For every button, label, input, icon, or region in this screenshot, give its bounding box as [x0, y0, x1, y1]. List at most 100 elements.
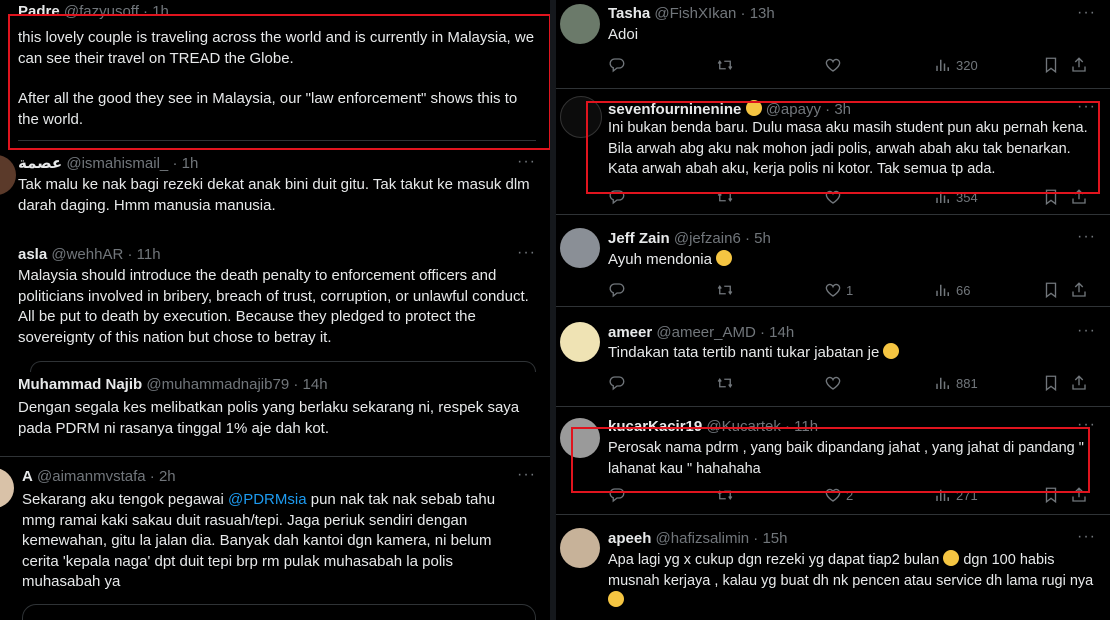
views-button[interactable]: 320: [934, 56, 978, 74]
author-name[interactable]: A: [22, 468, 33, 485]
retweet-button[interactable]: [716, 374, 734, 392]
more-icon[interactable]: ···: [1077, 528, 1096, 546]
avatar[interactable]: [560, 96, 602, 138]
avatar[interactable]: [560, 528, 600, 568]
retweet-button[interactable]: [716, 486, 734, 504]
like-button[interactable]: 2: [824, 486, 853, 504]
tweet-asla[interactable]: asla @wehhAR · 11h ··· Malaysia should i…: [0, 231, 550, 361]
tweet-kucarkacir19[interactable]: kucarKacir19 @Kucartek · 11h ··· Perosak…: [556, 406, 1110, 515]
author-handle[interactable]: @ameer_AMD: [656, 324, 755, 341]
view-count: 354: [956, 189, 978, 205]
author-handle[interactable]: @hafizsalimin: [656, 530, 750, 547]
author-handle[interactable]: @wehhAR: [51, 246, 123, 263]
timestamp[interactable]: 11h: [137, 246, 161, 263]
avatar[interactable]: [0, 155, 16, 195]
author-handle[interactable]: @fazyusoff: [64, 3, 139, 20]
more-icon[interactable]: ···: [1077, 228, 1096, 246]
author-name[interactable]: Padre: [18, 3, 60, 20]
author-name[interactable]: عصمة: [18, 155, 62, 172]
author-handle[interactable]: @ismahismail_: [66, 155, 168, 172]
bookmark-button[interactable]: [1042, 486, 1060, 504]
reply-icon: [608, 374, 626, 392]
tweet-jeff-zain[interactable]: Jeff Zain @jefzain6 · 5h ··· Ayuh mendon…: [556, 214, 1110, 307]
avatar[interactable]: [560, 418, 600, 458]
timestamp[interactable]: 14h: [769, 324, 794, 341]
share-button[interactable]: [1070, 56, 1088, 74]
author-handle[interactable]: @FishXIkan: [654, 5, 736, 22]
author-name[interactable]: Jeff Zain: [608, 230, 670, 247]
tweet-apeeh[interactable]: apeeh @hafizsalimin · 15h ··· Apa lagi y…: [556, 514, 1110, 620]
views-button[interactable]: 881: [934, 374, 978, 392]
author-name[interactable]: ameer: [608, 324, 652, 341]
reply-button[interactable]: [608, 486, 626, 504]
tweet-ameer[interactable]: ameer @ameer_AMD · 14h ··· Tindakan tata…: [556, 306, 1110, 407]
views-button[interactable]: 354: [934, 188, 978, 206]
timestamp[interactable]: 5h: [754, 230, 771, 247]
timestamp[interactable]: 1h: [182, 155, 199, 172]
tweet-header: kucarKacir19 @Kucartek · 11h: [608, 418, 819, 435]
tweet-tasha[interactable]: Tasha @FishXIkan · 13h ··· Adoi 320: [556, 0, 1110, 89]
timestamp[interactable]: 11h: [794, 418, 818, 435]
tweet-muhammad-najib[interactable]: Muhammad Najib @muhammadnajib79 · 14h De…: [0, 371, 550, 457]
avatar[interactable]: [560, 322, 600, 362]
tweet-padre[interactable]: Padre @fazyusoff · 1h this lovely couple…: [0, 0, 550, 141]
quoted-tweet-card[interactable]: [22, 604, 536, 620]
timestamp[interactable]: 1h: [152, 3, 169, 20]
author-name[interactable]: kucarKacir19: [608, 418, 702, 435]
more-icon[interactable]: ···: [517, 466, 536, 484]
views-button[interactable]: 271: [934, 486, 978, 504]
author-name[interactable]: apeeh: [608, 530, 651, 547]
like-button[interactable]: [824, 56, 846, 74]
share-button[interactable]: [1070, 374, 1088, 392]
author-handle[interactable]: @apayy: [766, 101, 821, 118]
author-handle[interactable]: @muhammadnajib79: [146, 376, 289, 393]
author-name[interactable]: sevenfourninenine: [608, 101, 741, 118]
share-button[interactable]: [1070, 188, 1088, 206]
share-button[interactable]: [1070, 486, 1088, 504]
avatar[interactable]: [560, 4, 600, 44]
timestamp[interactable]: 13h: [750, 5, 775, 22]
tweet-ismah[interactable]: عصمة @ismahismail_ · 1h ··· Tak malu ke …: [0, 141, 550, 231]
reply-icon: [608, 188, 626, 206]
author-name[interactable]: Tasha: [608, 5, 650, 22]
more-icon[interactable]: ···: [1077, 416, 1096, 434]
retweet-button[interactable]: [716, 56, 734, 74]
more-icon[interactable]: ···: [1077, 98, 1096, 116]
retweet-button[interactable]: [716, 188, 734, 206]
reply-button[interactable]: [608, 374, 626, 392]
bookmark-button[interactable]: [1042, 56, 1060, 74]
avatar[interactable]: [560, 228, 600, 268]
author-handle[interactable]: @jefzain6: [674, 230, 741, 247]
like-button[interactable]: [824, 188, 846, 206]
timestamp[interactable]: 2h: [159, 468, 176, 485]
views-button[interactable]: 66: [934, 281, 970, 299]
author-name[interactable]: Muhammad Najib: [18, 376, 142, 393]
share-button[interactable]: [1070, 281, 1088, 299]
tweet-sevenfourninenine[interactable]: sevenfourninenine @apayy · 3h ··· Ini bu…: [556, 88, 1110, 215]
more-icon[interactable]: ···: [1077, 322, 1096, 340]
left-reply-column: Padre @fazyusoff · 1h this lovely couple…: [0, 0, 550, 620]
author-name[interactable]: asla: [18, 246, 47, 263]
timestamp[interactable]: 15h: [762, 530, 787, 547]
author-handle[interactable]: @aimanmvstafa: [37, 468, 146, 485]
tweet-aiman[interactable]: A @aimanmvstafa · 2h ··· Sekarang aku te…: [0, 456, 550, 620]
bookmark-button[interactable]: [1042, 374, 1060, 392]
more-icon[interactable]: ···: [517, 153, 536, 171]
author-handle[interactable]: @Kucartek: [706, 418, 780, 435]
reply-button[interactable]: [608, 281, 626, 299]
bookmark-button[interactable]: [1042, 188, 1060, 206]
reply-button[interactable]: [608, 188, 626, 206]
reply-button[interactable]: [608, 56, 626, 74]
timestamp[interactable]: 14h: [303, 376, 328, 393]
more-icon[interactable]: ···: [1077, 4, 1096, 22]
like-button[interactable]: [824, 374, 846, 392]
like-count: 1: [846, 282, 854, 298]
like-button[interactable]: 1: [824, 281, 853, 299]
bookmark-button[interactable]: [1042, 281, 1060, 299]
timestamp[interactable]: 3h: [834, 101, 851, 118]
retweet-button[interactable]: [716, 281, 734, 299]
more-icon[interactable]: ···: [517, 244, 536, 262]
avatar[interactable]: [0, 468, 14, 508]
share-icon: [1070, 281, 1088, 299]
mention-link[interactable]: @PDRMsia: [228, 491, 307, 508]
